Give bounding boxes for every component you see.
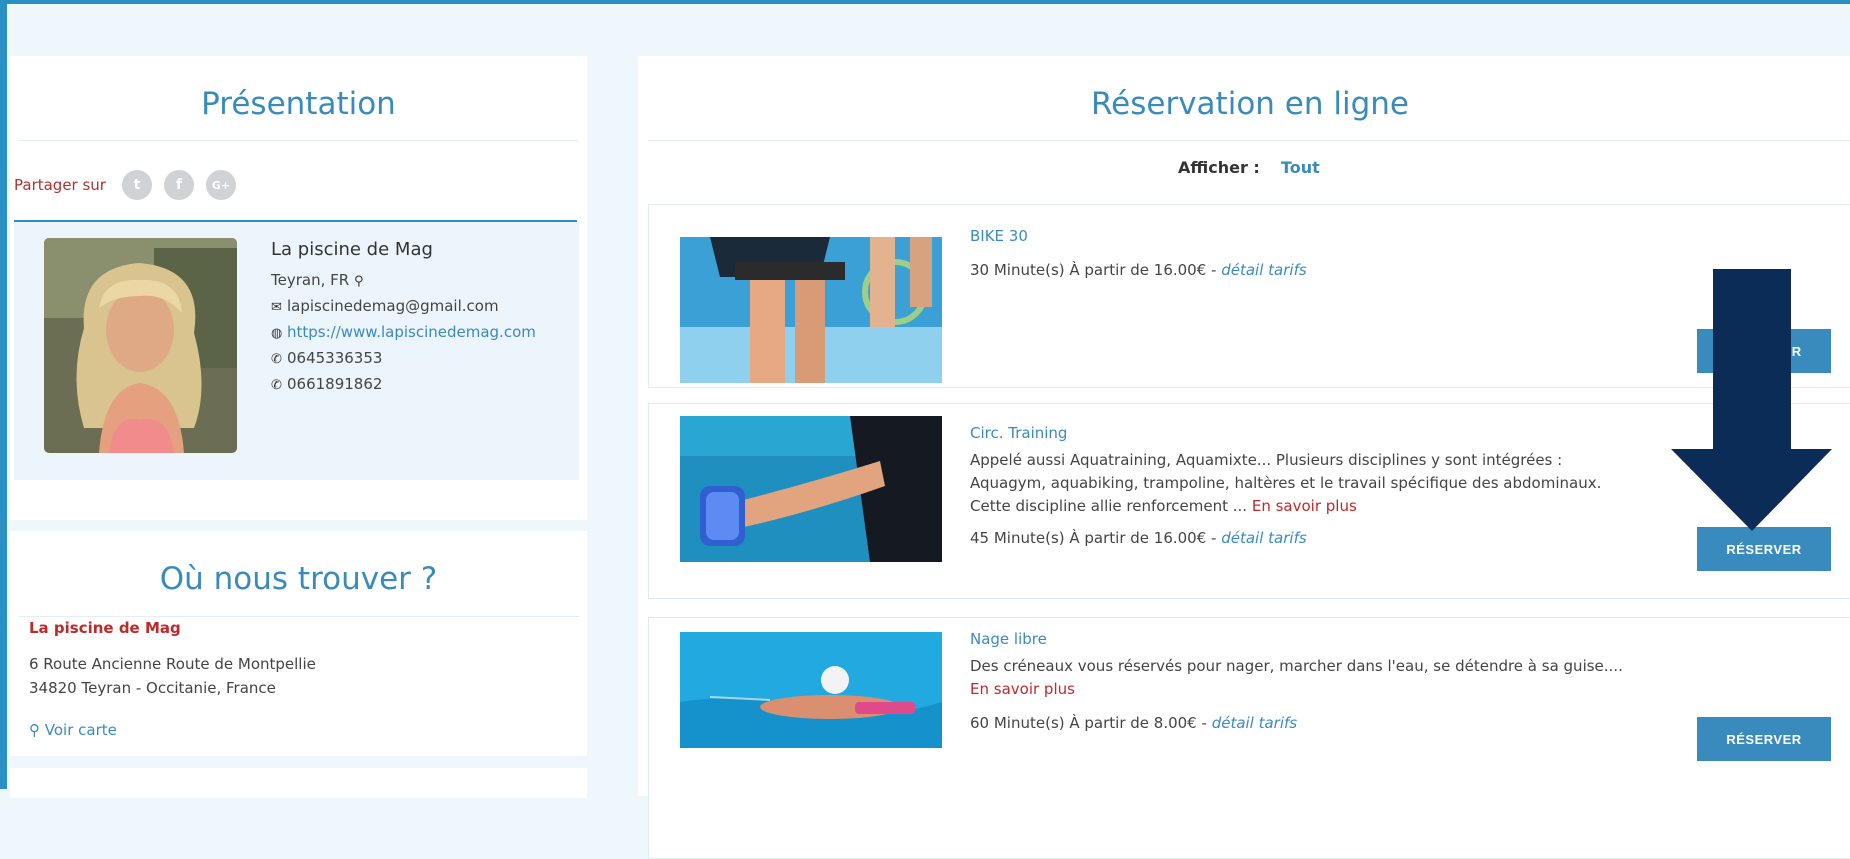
activity-meta: 60 Minute(s) À partir de 8.00€ - détail … [970,714,1297,732]
activity-duration-price: 30 Minute(s) À partir de 16.00€ - [970,261,1222,279]
email-row: ✉ lapiscinedemag@gmail.com [271,294,536,320]
left-accent-bar [0,0,7,789]
phone-row-2: ✆ 0661891862 [271,372,536,398]
activity-title[interactable]: Nage libre [970,630,1047,648]
profile-info: La piscine de Mag Teyran, FR ⚲ ✉ lapiscin… [271,238,536,398]
view-map-link[interactable]: ⚲ Voir carte [29,721,117,739]
google-plus-icon[interactable]: G+ [205,170,236,200]
activity-image-bike [680,237,942,383]
activity-description-text: Des créneaux vous réservés pour nager, m… [970,657,1623,675]
website-row: ◍ https://www.lapiscinedemag.com [271,320,536,346]
envelope-icon: ✉ [271,300,282,315]
profile-location: Teyran, FR [271,271,350,289]
phone-row-1: ✆ 0645336353 [271,346,536,372]
filter-bar: Afficher : Tout [1178,158,1320,177]
profile-phone-1[interactable]: 0645336353 [287,349,382,367]
profile-email[interactable]: lapiscinedemag@gmail.com [287,297,499,315]
activity-item-nage-libre: Nage libre Des créneaux vous réservés po… [648,617,1850,859]
address-line-2: 34820 Teyran - Occitanie, France [29,679,276,697]
address: 6 Route Ancienne Route de Montpellie 348… [29,652,316,700]
globe-icon: ◍ [271,326,283,341]
read-more-link[interactable]: En savoir plus [970,680,1075,698]
activity-description: Des créneaux vous réservés pour nager, m… [970,655,1630,701]
facebook-icon[interactable]: f [163,170,194,200]
next-card [10,768,587,798]
share-label: Partager sur [14,176,106,194]
arrow-down-icon [1671,269,1832,531]
filter-label: Afficher : [1178,158,1260,177]
reserve-button[interactable]: RÉSERVER [1697,717,1831,761]
location-row: Teyran, FR ⚲ [271,268,536,294]
view-map-label: Voir carte [44,721,117,739]
find-us-title: Où nous trouver ? [159,561,438,597]
reservation-title: Réservation en ligne [1091,86,1409,122]
activity-meta: 30 Minute(s) À partir de 16.00€ - détail… [970,261,1307,279]
activity-title[interactable]: Circ. Training [970,424,1067,442]
reservation-card: Réservation en ligne Afficher : Tout BIK… [638,56,1850,859]
phone-icon: ✆ [271,352,282,367]
avatar [44,238,237,453]
reserve-button[interactable]: RÉSERVER [1697,527,1831,571]
presentation-title: Présentation [201,86,396,122]
activity-description: Appelé aussi Aquatraining, Aquamixte... … [970,449,1630,518]
read-more-link[interactable]: En savoir plus [1252,497,1357,515]
share-bar: Partager sur t f G+ [14,170,236,200]
presentation-card: Présentation Partager sur t f G+ La pisc… [10,56,587,520]
filter-all-link[interactable]: Tout [1281,158,1320,177]
map-marker-icon: ⚲ [29,721,40,739]
tariff-details-link[interactable]: détail tarifs [1221,261,1306,279]
activity-title[interactable]: BIKE 30 [970,227,1028,245]
activity-meta: 45 Minute(s) À partir de 16.00€ - détail… [970,529,1307,547]
business-name: La piscine de Mag [29,619,181,637]
activity-item-bike-30: BIKE 30 30 Minute(s) À partir de 16.00€ … [648,204,1850,388]
address-line-1: 6 Route Ancienne Route de Montpellie [29,655,316,673]
profile-name: La piscine de Mag [271,239,433,260]
profile-website-link[interactable]: https://www.lapiscinedemag.com [287,323,536,341]
tariff-details-link[interactable]: détail tarifs [1212,714,1297,732]
activity-duration-price: 60 Minute(s) À partir de 8.00€ - [970,714,1212,732]
twitter-icon[interactable]: t [121,170,152,200]
tariff-details-link[interactable]: détail tarifs [1221,529,1306,547]
top-accent-bar [0,0,1850,4]
divider [648,140,1850,141]
profile-panel: La piscine de Mag Teyran, FR ⚲ ✉ lapiscin… [14,222,579,480]
phone-icon: ✆ [271,378,282,393]
divider [18,140,579,141]
profile-phone-2[interactable]: 0661891862 [287,375,382,393]
activity-image-swimming [680,632,942,748]
find-us-card: Où nous trouver ? La piscine de Mag 6 Ro… [10,531,587,756]
divider [18,616,579,617]
map-marker-icon: ⚲ [353,274,364,289]
activity-duration-price: 45 Minute(s) À partir de 16.00€ - [970,529,1222,547]
activity-item-circ-training: Circ. Training Appelé aussi Aquatraining… [648,403,1850,599]
activity-image-circ-training [680,416,942,562]
